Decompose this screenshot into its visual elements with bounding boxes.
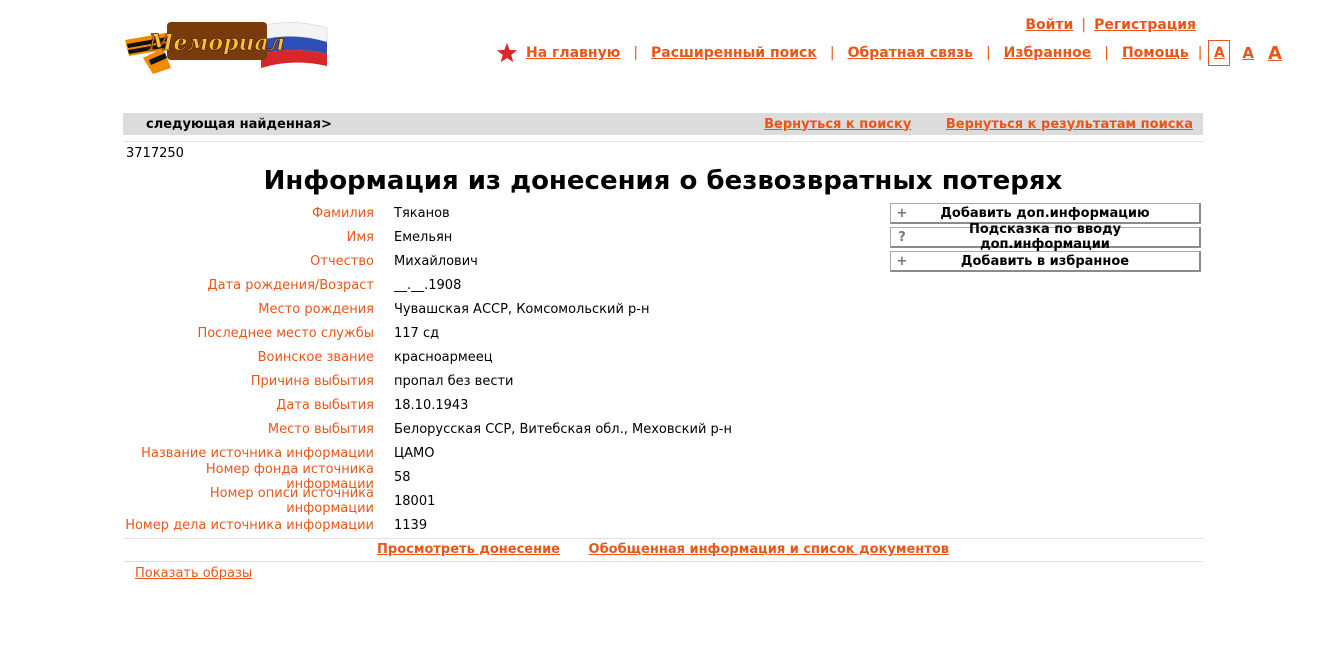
info-row-file-number: Номер дела источника информации 1139 (125, 517, 428, 533)
nav-advanced-search-link[interactable]: Расширенный поиск (651, 45, 817, 61)
info-row-loss-reason: Причина выбытия пропал без вести (250, 373, 514, 389)
main-nav: На главную | Расширенный поиск | Обратна… (496, 38, 1282, 68)
summary-documents-link[interactable]: Обобщенная информация и список документо… (589, 542, 949, 557)
info-row-inventory-number: Номер описи источника информации 18001 (209, 486, 436, 516)
register-link[interactable]: Регистрация (1094, 17, 1196, 33)
plus-icon: + (896, 205, 908, 221)
font-size-large-button[interactable]: A (1268, 43, 1282, 64)
nav-home-link[interactable]: На главную (526, 45, 620, 61)
info-row-surname: Фамилия Тяканов (312, 205, 450, 221)
show-images-link[interactable]: Показать образы (135, 566, 252, 581)
info-row-rank: Воинское звание красноармеец (257, 349, 493, 365)
info-row-loss-place: Место выбытия Белорусская ССР, Витебская … (267, 421, 732, 437)
back-to-results-link[interactable]: Вернуться к результатам поиска (946, 117, 1193, 132)
question-icon: ? (898, 229, 906, 245)
record-info-table: Фамилия Тяканов Имя Емельян Отчество Михайл… (123, 201, 732, 537)
font-size-small-button[interactable]: A (1208, 40, 1231, 66)
result-navigation-bar: следующая найденная> Вернуться к поиску … (123, 113, 1203, 135)
plus-icon: + (896, 253, 908, 269)
nav-help-link[interactable]: Помощь (1122, 45, 1189, 61)
nav-favorites-link[interactable]: Избранное (1004, 45, 1092, 61)
next-found-link[interactable]: следующая найденная> (146, 117, 332, 132)
add-to-favorites-button[interactable]: + Добавить в избранное (890, 251, 1201, 272)
memorial-logo[interactable]: Мемориал (123, 12, 333, 74)
divider (123, 141, 1203, 142)
login-link[interactable]: Войти (1025, 17, 1073, 33)
font-size-medium-button[interactable]: A (1242, 44, 1254, 62)
page-title: Информация из донесения о безвозвратных … (263, 166, 1063, 196)
back-to-search-link[interactable]: Вернуться к поиску (764, 117, 911, 132)
report-links: Просмотреть донесение Обобщенная информа… (123, 542, 1203, 557)
info-row-name: Имя Емельян (346, 229, 453, 245)
info-row-birth-place: Место рождения Чувашская АССР, Комсомольс… (258, 301, 650, 317)
view-report-link[interactable]: Просмотреть донесение (377, 542, 560, 557)
info-row-last-service: Последнее место службы 117 сд (197, 325, 440, 341)
logo-text: Мемориал (148, 30, 285, 56)
info-row-patronymic: Отчество Михайлович (310, 253, 478, 269)
star-icon (496, 42, 518, 63)
info-row-birth-date: Дата рождения/Возраст __.__.1908 (207, 277, 462, 293)
nav-feedback-link[interactable]: Обратная связь (848, 45, 973, 61)
add-info-button[interactable]: + Добавить доп.информацию (890, 203, 1201, 224)
record-id: 3717250 (126, 146, 184, 161)
divider (123, 561, 1203, 562)
info-row-loss-date: Дата выбытия 18.10.1943 (276, 397, 469, 413)
divider (123, 538, 1203, 539)
auth-links: Войти | Регистрация (1025, 17, 1196, 33)
input-hint-button[interactable]: ? Подсказка по вводу доп.информации (890, 222, 1201, 252)
